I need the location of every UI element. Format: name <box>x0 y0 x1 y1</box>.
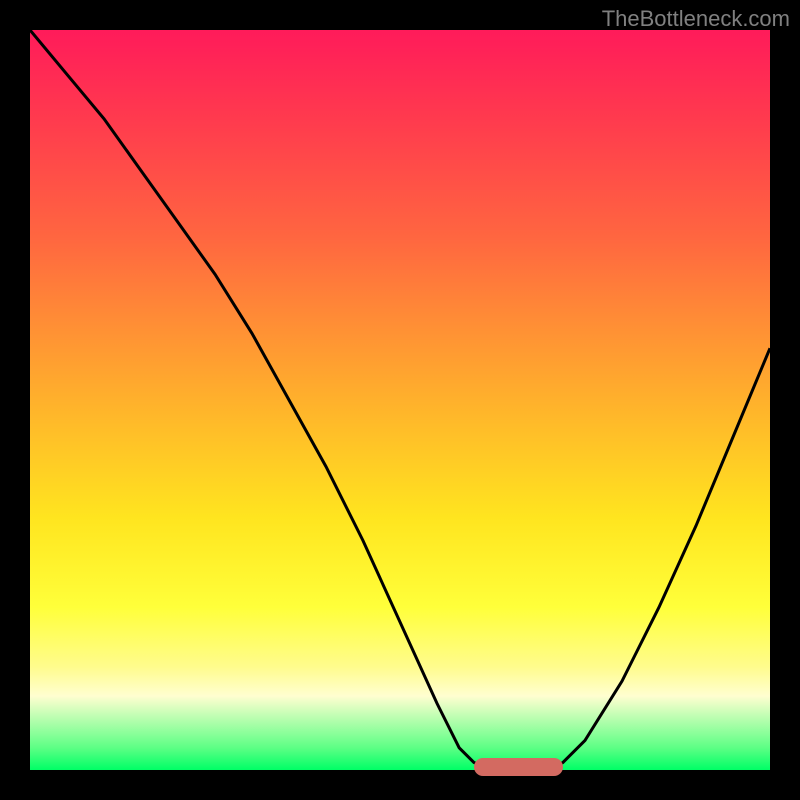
curve-path <box>30 30 770 770</box>
optimal-region-marker <box>474 758 563 776</box>
chart-plot-area <box>30 30 770 770</box>
bottleneck-curve-line <box>30 30 770 770</box>
watermark-text: TheBottleneck.com <box>602 6 790 32</box>
